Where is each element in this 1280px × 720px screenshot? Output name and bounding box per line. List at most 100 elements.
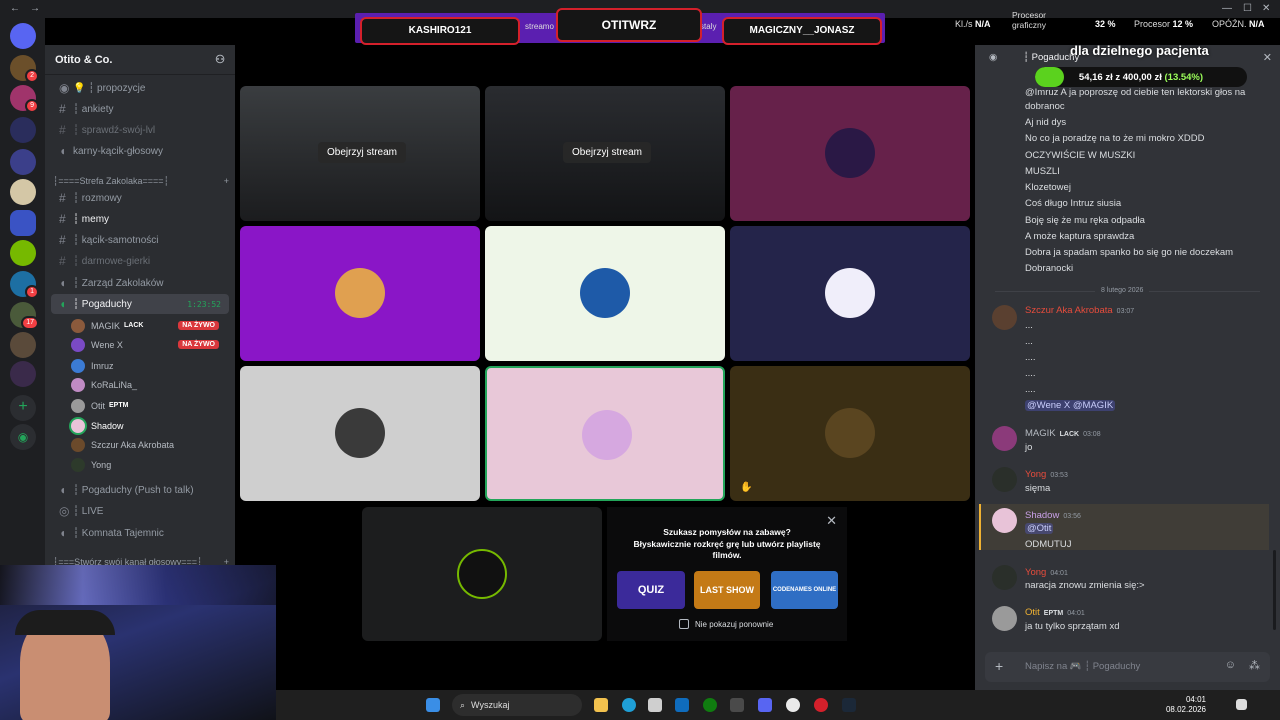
voice-user-shadow[interactable]: Shadow — [71, 416, 229, 435]
guild-header[interactable]: Otito & Co. ⚇ — [45, 45, 235, 75]
user-tile[interactable] — [730, 86, 970, 221]
stream-tile[interactable]: Obejrzyj stream — [485, 86, 725, 221]
user-tile[interactable] — [730, 226, 970, 361]
stream-tile[interactable]: Obejrzyj stream — [240, 86, 480, 221]
chat-line: .... — [1025, 384, 1036, 395]
channel-kacik[interactable]: # ┆ kącik-samotności — [51, 230, 229, 250]
server-icon[interactable] — [10, 117, 36, 143]
edge-icon[interactable] — [622, 698, 636, 712]
close-chat-icon[interactable]: ✕ — [1263, 51, 1272, 64]
channel-zarzad[interactable]: ◖ ┆ Zarząd Zakolaków — [51, 273, 229, 293]
server-icon[interactable] — [10, 149, 36, 175]
speaker-icon: ◖ — [59, 276, 67, 290]
outlook-icon[interactable] — [675, 698, 689, 712]
server-icon[interactable] — [10, 179, 36, 205]
channel-ankiety[interactable]: # ┆ ankiety — [51, 99, 229, 119]
add-server-icon[interactable]: + — [10, 395, 36, 421]
channel-live[interactable]: ◎ ┆ LIVE — [51, 501, 229, 521]
channel-pogaduchy-ptt[interactable]: ◖ ┆ Pogaduchy (Push to talk) — [51, 480, 229, 500]
game-card-codenames[interactable]: CODENAMES ONLINE — [771, 571, 838, 609]
stage-icon: ◎ — [59, 504, 70, 518]
message-author[interactable]: MAGIK LACK 03:08 — [1025, 428, 1101, 439]
dont-show-again[interactable]: Nie pokazuj ponownie — [679, 619, 773, 629]
mention[interactable]: @Wene X @MAGIK — [1025, 400, 1116, 411]
minimize-icon[interactable]: — — [1222, 3, 1232, 14]
discord-taskbar-icon[interactable] — [758, 698, 772, 712]
chat-scrollbar[interactable] — [1273, 550, 1276, 630]
clock[interactable]: 04:01 08.02.2026 — [1146, 695, 1206, 715]
user-tile[interactable] — [362, 507, 602, 641]
voice-user-szczur[interactable]: Szczur Aka Akrobata — [71, 435, 229, 454]
fps-value: N/A — [975, 19, 991, 29]
add-attachment-icon[interactable]: + — [995, 658, 1003, 674]
add-member-icon[interactable]: ⚇ — [215, 53, 225, 66]
voice-user-otit[interactable]: Otit EPTM — [71, 396, 229, 415]
channel-sprawdz[interactable]: # ┆ sprawdź-swój-lvl — [51, 120, 229, 140]
discord-home-icon[interactable] — [10, 23, 36, 49]
forward-arrow-icon[interactable]: → — [30, 3, 40, 14]
message-input[interactable]: + Napisz na 🎮 ┆ Pogaduchy ☺ ⁂ — [985, 652, 1270, 682]
add-channel-icon[interactable]: + — [224, 176, 229, 187]
voice-user-wene[interactable]: Wene X NA ŻYWO — [71, 335, 229, 354]
taskbar-search[interactable]: ⌕ Wyszukaj — [452, 694, 582, 716]
voice-user-yong[interactable]: Yong — [71, 455, 229, 474]
user-tile[interactable]: ✋ — [730, 366, 970, 501]
checkbox[interactable] — [679, 619, 689, 629]
message-author[interactable]: Szczur Aka Akrobata 03:07 — [1025, 305, 1134, 316]
server-icon[interactable] — [10, 332, 36, 358]
message-author[interactable]: Yong 04:01 — [1025, 567, 1068, 578]
avatar — [335, 408, 385, 458]
channel-pogaduchy[interactable]: ◖ ┆ Pogaduchy 1:23:52 — [51, 294, 229, 314]
folder-icon[interactable] — [10, 210, 36, 236]
category-header[interactable]: ┆====Strefa Zakolaka====┆ + — [53, 176, 229, 187]
server-icon[interactable]: 17 — [10, 302, 39, 330]
message-author[interactable]: Yong 03:53 — [1025, 469, 1068, 480]
highlighted-message — [979, 504, 1269, 550]
avatar — [825, 408, 875, 458]
xbox-icon[interactable] — [703, 698, 717, 712]
channel-memy[interactable]: # ┆ memy — [51, 209, 229, 229]
server-icon[interactable]: 1 — [10, 271, 39, 299]
channel-rozmowy[interactable]: # ┆ rozmowy — [51, 188, 229, 208]
user-tile[interactable] — [240, 226, 480, 361]
mention[interactable]: @Otit — [1025, 523, 1054, 534]
server-icon[interactable] — [10, 361, 36, 387]
channel-karny[interactable]: ◖ karny-kącik-głosowy — [51, 141, 229, 161]
channel-komnata[interactable]: ◖ ┆ Komnata Tajemnic — [51, 523, 229, 543]
message-time: 03:08 — [1083, 431, 1101, 438]
user-tile[interactable] — [240, 366, 480, 501]
user-tile-speaking[interactable] — [485, 366, 725, 501]
app-icon[interactable] — [786, 698, 800, 712]
steam-icon[interactable] — [842, 698, 856, 712]
user-tile[interactable] — [485, 226, 725, 361]
channel-darmowe[interactable]: # ┆ darmowe-gierki — [51, 251, 229, 271]
game-card-last-show[interactable]: LAST SHOW — [694, 571, 760, 609]
voice-user-magik[interactable]: MAGIK LACK NA ŻYWO — [71, 316, 229, 335]
explore-icon[interactable]: ◉ — [10, 424, 36, 450]
notification-icon[interactable] — [1236, 699, 1247, 710]
chat-line: .... — [1025, 368, 1036, 379]
apps-icon[interactable]: ⁂ — [1249, 659, 1260, 672]
server-icon[interactable]: 2 — [10, 55, 39, 83]
maximize-icon[interactable]: ☐ — [1243, 3, 1252, 14]
channel-propozycje[interactable]: ◉ 💡 ┆ propozycje — [51, 78, 229, 98]
game-card-quiz[interactable]: QUIZ — [617, 571, 685, 609]
calculator-icon[interactable] — [730, 698, 744, 712]
watch-stream-button[interactable]: Obejrzyj stream — [563, 142, 652, 163]
watch-stream-button[interactable]: Obejrzyj stream — [318, 142, 407, 163]
back-arrow-icon[interactable]: ← — [10, 3, 20, 14]
emoji-icon[interactable]: ☺ — [1225, 659, 1236, 671]
server-icon[interactable]: 9 — [10, 85, 39, 113]
voice-user-koralina[interactable]: KoRaLiNa_ — [71, 375, 229, 394]
voice-user-imruz[interactable]: Imruz — [71, 356, 229, 375]
server-icon[interactable] — [10, 240, 36, 266]
chat-line: ODMUTUJ — [1025, 539, 1072, 550]
windows-start-icon[interactable] — [426, 698, 440, 712]
close-window-icon[interactable]: ✕ — [1262, 3, 1270, 14]
store-icon[interactable] — [648, 698, 662, 712]
avatar — [992, 426, 1017, 451]
message-author[interactable]: Shadow 03:56 — [1025, 510, 1081, 521]
opera-icon[interactable] — [814, 698, 828, 712]
message-author[interactable]: Otit EPTM 04:01 — [1025, 607, 1085, 618]
file-explorer-icon[interactable] — [594, 698, 608, 712]
